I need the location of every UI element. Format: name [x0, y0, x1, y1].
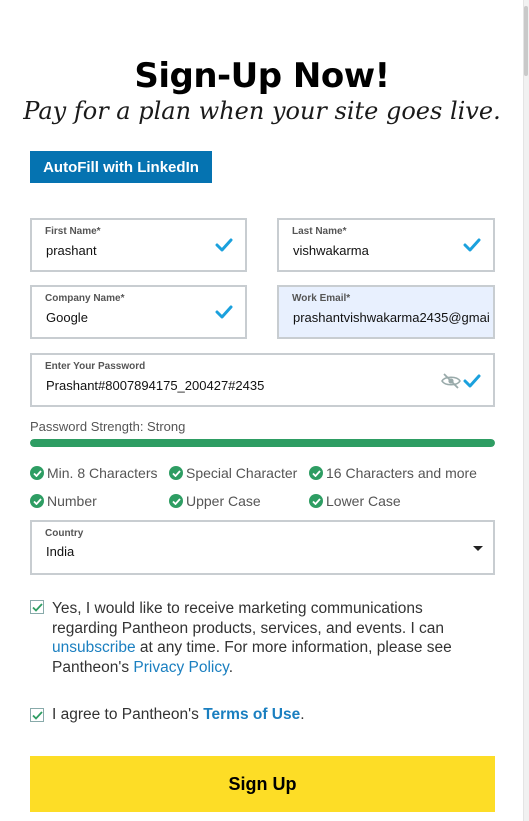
password-input[interactable]: Prashant#8007894175_200427#2435 — [46, 378, 264, 393]
check-circle-icon — [169, 494, 183, 508]
check-icon — [463, 238, 481, 252]
consent-text-part: . — [228, 658, 234, 676]
requirement-label: Lower Case — [326, 493, 401, 509]
first-name-input[interactable]: prashant — [46, 243, 97, 258]
password-field[interactable]: Enter Your Password Prashant#8007894175_… — [30, 353, 495, 407]
work-email-input[interactable]: prashantvishwakarma2435@gmail — [293, 310, 489, 325]
consent-text-part: Yes, I would like to receive marketing c… — [52, 600, 445, 637]
requirement-item: Number — [30, 493, 97, 509]
requirement-label: 16 Characters and more — [326, 465, 477, 481]
company-name-label: Company Name* — [45, 293, 125, 304]
marketing-consent-checkbox[interactable] — [30, 600, 44, 614]
last-name-input[interactable]: vishwakarma — [293, 243, 369, 258]
work-email-label: Work Email* — [292, 293, 351, 304]
check-icon — [463, 374, 481, 388]
marketing-consent-text: Yes, I would like to receive marketing c… — [52, 599, 472, 677]
work-email-field[interactable]: Work Email* prashantvishwakarma2435@gmai… — [277, 285, 495, 339]
unsubscribe-link[interactable]: unsubscribe — [52, 639, 136, 656]
agree-text-part: . — [300, 706, 305, 723]
check-icon — [215, 238, 233, 252]
requirement-label: Min. 8 Characters — [47, 465, 158, 481]
requirement-item: Min. 8 Characters — [30, 465, 157, 481]
password-strength-bar — [30, 439, 495, 447]
requirement-item: 16 Characters and more — [309, 465, 477, 481]
last-name-label: Last Name* — [292, 226, 347, 237]
requirement-item: Special Character — [169, 465, 297, 481]
requirement-label: Number — [47, 493, 97, 509]
company-name-field[interactable]: Company Name* Google — [30, 285, 247, 339]
last-name-field[interactable]: Last Name* vishwakarma — [277, 218, 495, 272]
check-circle-icon — [309, 494, 323, 508]
requirement-item: Upper Case — [169, 493, 261, 509]
chevron-down-icon — [473, 546, 483, 551]
page-title: Sign-Up Now! — [134, 56, 390, 96]
linkedin-autofill-button[interactable]: AutoFill with LinkedIn — [30, 151, 212, 183]
first-name-field[interactable]: First Name* prashant — [30, 218, 247, 272]
country-label: Country — [45, 528, 84, 539]
terms-agreement-text: I agree to Pantheon's Terms of Use. — [52, 706, 305, 724]
password-strength-label: Password Strength: Strong — [30, 419, 186, 434]
page-subtitle: Pay for a plan when your site goes live. — [23, 97, 501, 125]
first-name-label: First Name* — [45, 226, 101, 237]
company-name-input[interactable]: Google — [46, 310, 88, 325]
requirement-label: Special Character — [186, 465, 298, 481]
agree-text-part: I agree to Pantheon's — [52, 706, 204, 723]
check-circle-icon — [309, 466, 323, 480]
requirement-item: Lower Case — [309, 493, 401, 509]
eye-slash-icon[interactable] — [441, 373, 461, 389]
country-select[interactable]: Country India — [30, 520, 495, 575]
password-label: Enter Your Password — [45, 361, 146, 372]
check-icon — [215, 305, 233, 319]
requirement-label: Upper Case — [186, 493, 261, 509]
check-circle-icon — [30, 466, 44, 480]
terms-checkbox[interactable] — [30, 708, 44, 722]
check-circle-icon — [30, 494, 44, 508]
check-circle-icon — [169, 466, 183, 480]
scrollbar-thumb[interactable] — [524, 6, 528, 76]
terms-of-use-link[interactable]: Terms of Use — [203, 706, 300, 723]
sign-up-button[interactable]: Sign Up — [30, 756, 495, 812]
privacy-policy-link[interactable]: Privacy Policy — [133, 659, 228, 676]
country-value: India — [46, 544, 75, 559]
password-strength-fill — [30, 439, 495, 447]
